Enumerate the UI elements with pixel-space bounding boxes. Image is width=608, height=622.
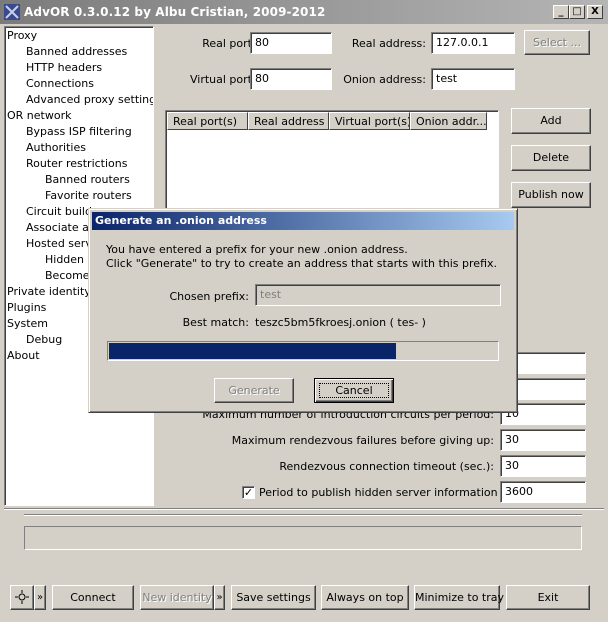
- window-titlebar[interactable]: AdvOR 0.3.0.12 by Albu Cristian, 2009-20…: [0, 0, 608, 24]
- publish-period-field[interactable]: 3600: [500, 481, 586, 503]
- dialog-title[interactable]: Generate an .onion address: [92, 212, 514, 230]
- dialog-message-line1: You have entered a prefix for your new .…: [106, 243, 408, 256]
- tree-item[interactable]: About: [7, 348, 40, 363]
- generate-onion-dialog[interactable]: Generate an .onion address You have ente…: [88, 208, 518, 413]
- window-title: AdvOR 0.3.0.12 by Albu Cristian, 2009-20…: [24, 5, 326, 19]
- rendezvous-failures-field[interactable]: 30: [500, 429, 586, 451]
- rendezvous-timeout-field[interactable]: 30: [500, 455, 586, 477]
- minimize-button[interactable]: _: [553, 5, 569, 19]
- rendezvous-timeout-label: Rendezvous connection timeout (sec.):: [279, 460, 494, 473]
- separator: [4, 508, 604, 510]
- virtual-ports-field[interactable]: 80: [250, 68, 332, 90]
- cancel-button-label: Cancel: [335, 384, 373, 397]
- best-match-label: Best match:: [182, 316, 249, 329]
- cancel-button[interactable]: Cancel: [314, 378, 394, 403]
- rendezvous-failures-label: Maximum rendezvous failures before givin…: [231, 434, 494, 447]
- tree-item[interactable]: HTTP headers: [26, 60, 102, 75]
- publish-period-label: Period to publish hidden server informat…: [259, 486, 532, 499]
- publish-now-button[interactable]: Publish now: [511, 182, 591, 208]
- column-header[interactable]: Real port(s): [167, 112, 248, 130]
- select-button[interactable]: Select ...: [524, 30, 590, 55]
- add-button[interactable]: Add: [511, 108, 591, 134]
- real-ports-field[interactable]: 80: [250, 32, 332, 54]
- maximize-button[interactable]: □: [569, 5, 585, 19]
- status-panel: [24, 526, 582, 550]
- tree-item[interactable]: Advanced proxy settings: [26, 92, 153, 107]
- progress-fill: [109, 343, 396, 359]
- tree-item[interactable]: Plugins: [7, 300, 46, 315]
- new-identity-button[interactable]: New identity: [140, 585, 214, 610]
- column-header[interactable]: Virtual port(s): [329, 112, 410, 130]
- publish-period-checkbox[interactable]: ✓: [242, 486, 255, 499]
- exit-button[interactable]: Exit: [506, 585, 590, 610]
- best-match-value: teszc5bm5fkroesj.onion ( tes- ): [255, 316, 426, 329]
- generate-button[interactable]: Generate: [214, 378, 294, 403]
- tree-item[interactable]: Hidden s: [45, 252, 93, 267]
- connect-button[interactable]: Connect: [52, 585, 134, 610]
- chosen-prefix-label: Chosen prefix:: [169, 290, 249, 303]
- tree-item[interactable]: Bypass ISP filtering: [26, 124, 132, 139]
- tree-item[interactable]: Private identity: [7, 284, 91, 299]
- real-address-label: Real address:: [351, 37, 426, 50]
- save-settings-button[interactable]: Save settings: [231, 585, 316, 610]
- onion-address-field[interactable]: test: [431, 68, 515, 90]
- column-header[interactable]: Onion addr...: [410, 112, 487, 130]
- chosen-prefix-field[interactable]: test: [255, 284, 501, 306]
- real-address-field[interactable]: 127.0.0.1: [431, 32, 515, 54]
- delete-button[interactable]: Delete: [511, 145, 591, 171]
- tree-item[interactable]: Hosted servi: [26, 236, 95, 251]
- separator: [24, 514, 582, 516]
- close-button[interactable]: X: [587, 5, 603, 19]
- tree-item[interactable]: Connections: [26, 76, 94, 91]
- tree-item[interactable]: Banned routers: [45, 172, 130, 187]
- tree-item[interactable]: Authorities: [26, 140, 86, 155]
- menu-arrow-button[interactable]: »: [34, 585, 46, 610]
- column-header[interactable]: Real address: [248, 112, 329, 130]
- tree-item[interactable]: OR network: [7, 108, 71, 123]
- tree-item[interactable]: Favorite routers: [45, 188, 132, 203]
- tree-item[interactable]: Proxy: [7, 28, 37, 43]
- tree-item[interactable]: Router restrictions: [26, 156, 127, 171]
- generation-progress-bar: [107, 341, 499, 361]
- new-identity-arrow-button[interactable]: »: [214, 585, 225, 610]
- menu-button[interactable]: [10, 585, 34, 610]
- tree-item[interactable]: Associate ad: [26, 220, 96, 235]
- tree-item[interactable]: Circuit build: [26, 204, 92, 219]
- tree-item[interactable]: Become: [45, 268, 90, 283]
- tree-item[interactable]: Debug: [26, 332, 62, 347]
- tree-item[interactable]: System: [7, 316, 48, 331]
- minimize-to-tray-button[interactable]: Minimize to tray: [414, 585, 504, 610]
- onion-address-label: Onion address:: [343, 73, 426, 86]
- dialog-message-line2: Click "Generate" to try to create an add…: [106, 257, 498, 270]
- gear-menu-icon: [15, 590, 29, 604]
- always-on-top-button[interactable]: Always on top: [321, 585, 409, 610]
- tree-item[interactable]: Banned addresses: [26, 44, 127, 59]
- advor-app-icon: [4, 4, 20, 20]
